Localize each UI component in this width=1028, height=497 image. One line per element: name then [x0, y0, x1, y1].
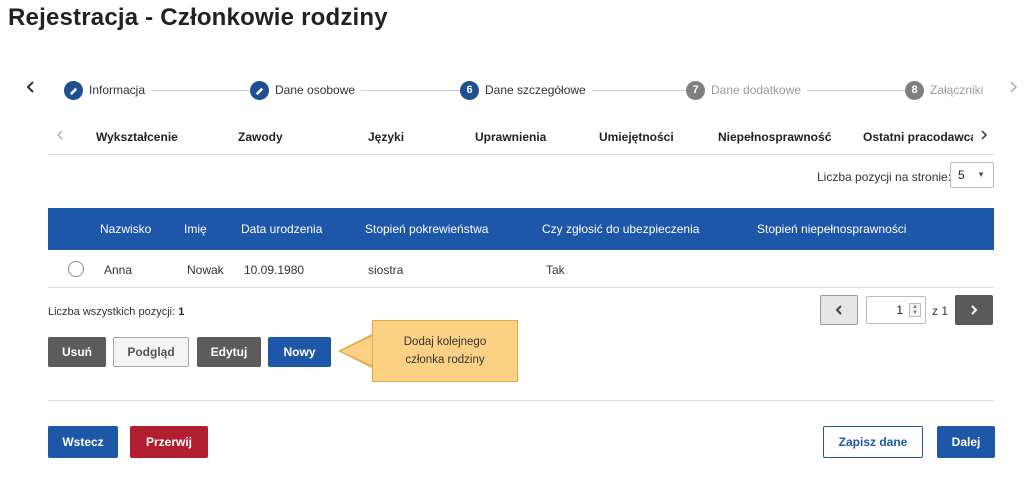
step-informacja[interactable]: Informacja [64, 78, 152, 102]
chevron-right-icon [981, 130, 988, 140]
step-number: 7 [686, 80, 705, 100]
check-icon [64, 80, 83, 100]
cancel-button[interactable]: Przerwij [130, 426, 208, 458]
step-label: Dane dodatkowe [711, 83, 802, 97]
column-header[interactable]: Nazwisko [100, 222, 151, 236]
tab-ostatni-pracodawca[interactable]: Ostatni pracodawca [863, 130, 973, 144]
per-page-value: 5 [958, 168, 965, 182]
back-button[interactable]: Wstecz [48, 426, 118, 458]
subtab-bar: Wykształcenie Zawody Języki Uprawnienia … [48, 126, 994, 152]
chevron-right-icon [971, 305, 978, 315]
per-page-label: Liczba pozycji na stronie: [817, 170, 952, 184]
total-label: Liczba wszystkich pozycji: [48, 306, 176, 318]
preview-button[interactable]: Podgląd [113, 337, 189, 367]
delete-button[interactable]: Usuń [48, 337, 106, 367]
page-number-input[interactable]: 1 ▲ ▼ [866, 296, 926, 324]
hint-callout: Dodaj kolejnego członka rodziny [372, 320, 518, 382]
chevron-left-icon [26, 81, 34, 93]
tab-jezyki[interactable]: Języki [368, 130, 404, 144]
stepper-prev-button[interactable] [26, 80, 36, 99]
pager-next-button[interactable] [955, 295, 993, 325]
callout-arrow-fill [341, 336, 373, 366]
tab-zawody[interactable]: Zawody [238, 130, 283, 144]
step-label: Załączniki [930, 83, 984, 97]
tab-uprawnienia[interactable]: Uprawnienia [475, 130, 546, 144]
subtab-next-button[interactable] [980, 128, 988, 144]
column-header[interactable]: Czy zgłosić do ubezpieczenia [542, 222, 699, 236]
step-dane-dodatkowe[interactable]: 7 Dane dodatkowe [686, 78, 808, 102]
cell-imie: Nowak [187, 263, 224, 277]
total-value: 1 [178, 306, 185, 318]
cell-pokrewienstwo: siostra [368, 263, 404, 277]
spinner-icon[interactable]: ▲ ▼ [909, 303, 921, 317]
caret-down-icon: ▼ [977, 170, 985, 179]
tab-wyksztalcenie[interactable]: Wykształcenie [96, 130, 178, 144]
page-title: Rejestracja - Członkowie rodziny [8, 4, 388, 31]
step-dane-szczegolowe[interactable]: 6 Dane szczegółowe [460, 78, 592, 102]
cell-data-urodzenia: 10.09.1980 [244, 263, 305, 277]
step-connector [580, 90, 695, 91]
edit-button[interactable]: Edytuj [197, 337, 261, 367]
table-header: Nazwisko Imię Data urodzenia Stopień pok… [48, 208, 994, 250]
per-page-select[interactable]: 5 ▼ [950, 162, 994, 188]
cell-nazwisko: Anna [104, 263, 133, 277]
column-header[interactable]: Imię [184, 222, 207, 236]
new-button[interactable]: Nowy [268, 337, 331, 367]
total-count: Liczba wszystkich pozycji: 1 [48, 306, 184, 318]
step-number: 8 [905, 80, 924, 100]
chevron-left-icon [835, 305, 842, 315]
step-label: Dane szczegółowe [485, 83, 586, 97]
cell-ubezpieczenie: Tak [546, 263, 565, 277]
column-header[interactable]: Stopień niepełnosprawności [757, 222, 906, 236]
step-label: Informacja [89, 83, 146, 97]
divider [48, 154, 994, 155]
subtab-prev-button[interactable] [56, 128, 64, 144]
column-header[interactable]: Data urodzenia [241, 222, 322, 236]
step-connector [152, 90, 257, 91]
stepper: Informacja Dane osobowe 6 Dane szczegóło… [20, 78, 1020, 104]
page-number-value: 1 [896, 303, 903, 317]
table-row[interactable]: Anna Nowak 10.09.1980 siostra Tak [48, 252, 994, 288]
step-number: 6 [460, 80, 479, 100]
tab-umiejetnosci[interactable]: Umiejętności [599, 130, 674, 144]
step-label: Dane osobowe [275, 83, 356, 97]
step-connector [800, 90, 912, 91]
row-select-radio[interactable] [68, 261, 84, 277]
page-total-label: z 1 [932, 304, 949, 318]
next-button[interactable]: Dalej [937, 426, 995, 458]
tab-niepelnosprawnosc[interactable]: Niepełnosprawność [718, 130, 831, 144]
column-header[interactable]: Stopień pokrewieństwa [365, 222, 488, 236]
step-dane-osobowe[interactable]: Dane osobowe [250, 78, 362, 102]
stepper-next-button[interactable] [1008, 80, 1018, 99]
check-icon [250, 80, 269, 100]
chevron-right-icon [1010, 81, 1018, 93]
step-zalaczniki[interactable]: 8 Załączniki [905, 78, 990, 102]
chevron-left-icon [57, 130, 63, 140]
divider [48, 400, 994, 401]
pager-prev-button[interactable] [820, 295, 858, 325]
save-button[interactable]: Zapisz dane [823, 426, 923, 458]
